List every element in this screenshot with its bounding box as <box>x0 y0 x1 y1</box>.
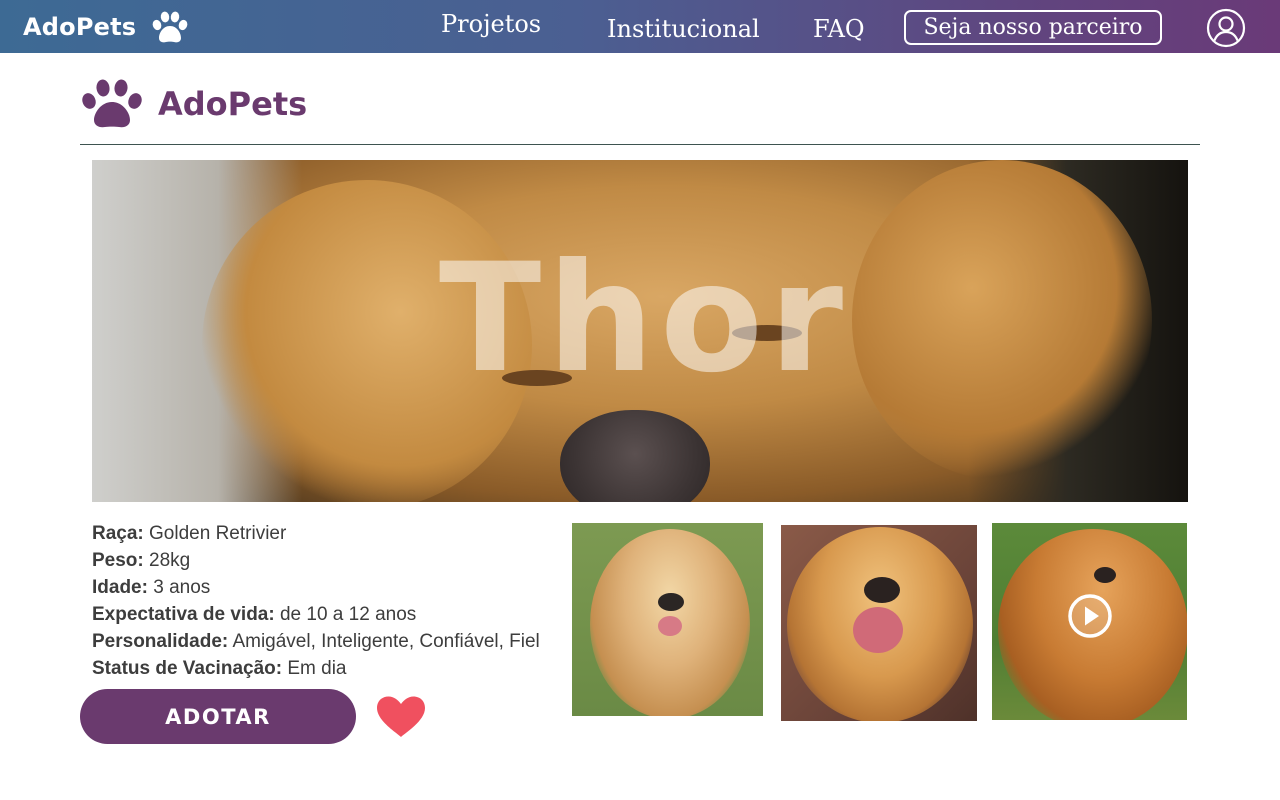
gallery-video-3[interactable] <box>992 523 1187 720</box>
brand-name: AdoPets <box>23 13 137 41</box>
thumb-dog-tongue <box>658 616 682 636</box>
play-video-button[interactable] <box>1067 593 1113 639</box>
nav-link-projetos[interactable]: Projetos <box>441 12 541 36</box>
thumb-dog-tongue <box>853 607 903 653</box>
detail-personality: Personalidade: Amigável, Inteligente, Co… <box>92 630 562 657</box>
paw-icon <box>82 79 142 128</box>
detail-age: Idade: 3 anos <box>92 576 562 603</box>
user-circle-icon <box>1206 8 1246 48</box>
pet-details: Raça: Golden Retrivier Peso: 28kg Idade:… <box>92 522 562 684</box>
detail-vaccination: Status de Vacinação: Em dia <box>92 657 562 684</box>
gallery-photo-1[interactable] <box>572 523 763 716</box>
adopt-button[interactable]: ADOTAR <box>80 689 356 744</box>
paw-icon <box>152 11 188 43</box>
detail-value: 28kg <box>149 550 191 571</box>
detail-label: Expectativa de vida: <box>92 604 275 625</box>
pet-hero-image: Thor <box>92 160 1188 502</box>
user-account-button[interactable] <box>1206 8 1246 48</box>
pet-name-title: Thor <box>438 232 850 406</box>
heart-icon <box>377 696 425 737</box>
detail-breed: Raça: Golden Retrivier <box>92 522 562 549</box>
detail-label: Personalidade: <box>92 631 229 652</box>
nav-link-institucional[interactable]: Institucional <box>607 17 760 41</box>
detail-weight: Peso: 28kg <box>92 549 562 576</box>
detail-value: de 10 a 12 anos <box>279 604 417 625</box>
partner-button[interactable]: Seja nosso parceiro <box>904 10 1162 45</box>
nav-link-faq[interactable]: FAQ <box>813 17 865 41</box>
detail-value: Golden Retrivier <box>149 523 287 544</box>
gallery-photo-2[interactable] <box>781 525 977 721</box>
thumb-dog-nose <box>864 577 900 603</box>
detail-value: Amigável, Inteligente, Confiável, Fiel <box>232 631 540 652</box>
top-navigation-bar: AdoPets Projetos Institucional FAQ Seja … <box>0 0 1280 53</box>
favorite-button[interactable] <box>375 695 427 739</box>
thumb-dog-nose <box>1094 567 1116 583</box>
brand-home-link[interactable]: AdoPets <box>23 10 190 44</box>
page-logo: AdoPets <box>80 78 307 130</box>
detail-label: Raça: <box>92 523 144 544</box>
detail-value: 3 anos <box>153 577 211 598</box>
header-divider <box>80 144 1200 145</box>
detail-life-expectancy: Expectativa de vida: de 10 a 12 anos <box>92 603 562 630</box>
play-circle-icon <box>1068 594 1112 638</box>
detail-label: Status de Vacinação: <box>92 658 283 679</box>
detail-label: Peso: <box>92 550 144 571</box>
page-logo-text: AdoPets <box>158 85 308 123</box>
thumb-dog-nose <box>658 593 684 611</box>
detail-value: Em dia <box>287 658 347 679</box>
detail-label: Idade: <box>92 577 148 598</box>
hero-dog-nose <box>560 410 710 502</box>
